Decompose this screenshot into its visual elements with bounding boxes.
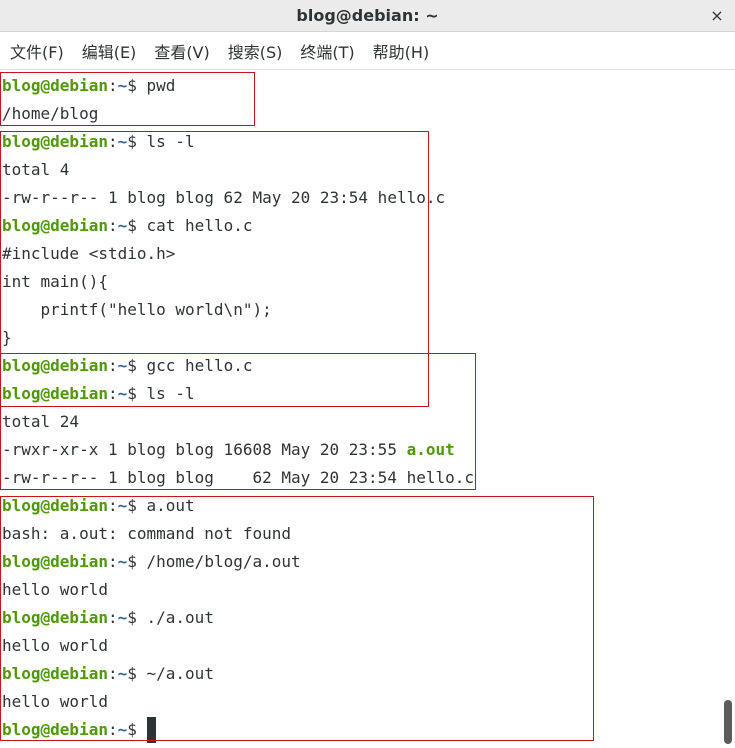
close-icon[interactable]: × <box>705 4 729 28</box>
prompt-symbol: $ <box>127 496 147 515</box>
output-line: /home/blog <box>2 104 99 123</box>
prompt-user: blog@debian <box>2 356 108 375</box>
menu-view[interactable]: 查看(V) <box>154 39 209 63</box>
output-line: -rw-r--r-- 1 blog blog 62 May 20 23:54 h… <box>2 188 446 207</box>
menu-file[interactable]: 文件(F) <box>10 39 64 63</box>
title-bar: blog@debian: ~ × <box>0 0 735 32</box>
prompt-symbol: $ <box>127 384 147 403</box>
output-line: bash: a.out: command not found <box>2 524 291 543</box>
menu-terminal[interactable]: 终端(T) <box>300 39 354 63</box>
prompt-path: ~ <box>117 356 128 375</box>
prompt-colon: : <box>107 132 118 151</box>
prompt-symbol: $ <box>127 76 147 95</box>
prompt-colon: : <box>107 356 118 375</box>
prompt-symbol: $ <box>127 608 147 627</box>
prompt-path: ~ <box>117 664 128 683</box>
output-line: hello world <box>2 692 108 711</box>
prompt-path: ~ <box>117 608 128 627</box>
output-line: total 4 <box>2 160 70 179</box>
prompt-colon: : <box>107 664 118 683</box>
prompt-symbol: $ <box>127 132 147 151</box>
prompt-user: blog@debian <box>2 552 108 571</box>
file-listing: -rwxr-xr-x 1 blog blog 16608 May 20 23:5… <box>2 440 407 459</box>
prompt-user: blog@debian <box>2 496 108 515</box>
prompt-colon: : <box>107 496 118 515</box>
prompt-path: ~ <box>117 552 128 571</box>
command-text: /home/blog/a.out <box>146 552 301 571</box>
prompt-user: blog@debian <box>2 384 108 403</box>
prompt-symbol: $ <box>127 720 147 739</box>
prompt-user: blog@debian <box>2 664 108 683</box>
prompt-user: blog@debian <box>2 132 108 151</box>
prompt-user: blog@debian <box>2 720 108 739</box>
prompt-line: blog@debian:~$ <box>2 716 156 744</box>
prompt-symbol: $ <box>127 216 147 235</box>
text-cursor <box>146 716 156 743</box>
command-text: ./a.out <box>146 608 214 627</box>
prompt-line: blog@debian:~$ pwd <box>2 72 175 100</box>
prompt-line: blog@debian:~$ ~/a.out <box>2 660 214 688</box>
command-text: pwd <box>146 76 176 95</box>
menu-edit[interactable]: 编辑(E) <box>82 39 137 63</box>
output-line: total 24 <box>2 412 80 431</box>
scrollbar[interactable] <box>721 72 735 748</box>
command-text: ls -l <box>146 132 195 151</box>
command-text: gcc hello.c <box>146 356 253 375</box>
prompt-colon: : <box>107 216 118 235</box>
command-text: cat hello.c <box>146 216 253 235</box>
output-line: int main(){ <box>2 272 108 291</box>
prompt-line: blog@debian:~$ /home/blog/a.out <box>2 548 301 576</box>
prompt-user: blog@debian <box>2 76 108 95</box>
prompt-line: blog@debian:~$ ls -l <box>2 128 195 156</box>
prompt-colon: : <box>107 552 118 571</box>
menu-help[interactable]: 帮助(H) <box>373 39 430 63</box>
output-line: hello world <box>2 636 108 655</box>
prompt-path: ~ <box>117 496 128 515</box>
output-line: printf("hello world\n"); <box>2 300 272 319</box>
prompt-line: blog@debian:~$ ls -l <box>2 380 195 408</box>
executable-filename: a.out <box>406 440 455 459</box>
menu-bar: 文件(F) 编辑(E) 查看(V) 搜索(S) 终端(T) 帮助(H) <box>0 32 735 70</box>
prompt-colon: : <box>107 608 118 627</box>
prompt-symbol: $ <box>127 664 147 683</box>
output-line: hello world <box>2 580 108 599</box>
prompt-user: blog@debian <box>2 608 108 627</box>
output-line: } <box>2 328 12 347</box>
prompt-symbol: $ <box>127 552 147 571</box>
prompt-line: blog@debian:~$ gcc hello.c <box>2 352 252 380</box>
output-line: -rwxr-xr-x 1 blog blog 16608 May 20 23:5… <box>2 436 455 464</box>
scrollbar-thumb[interactable] <box>724 700 732 744</box>
prompt-path: ~ <box>117 132 128 151</box>
output-line: -rw-r--r-- 1 blog blog 62 May 20 23:54 h… <box>2 468 475 487</box>
command-text: ~/a.out <box>146 664 214 683</box>
prompt-path: ~ <box>117 720 128 739</box>
terminal-output[interactable]: blog@debian:~$ pwd /home/blog blog@debia… <box>0 72 721 748</box>
prompt-colon: : <box>107 384 118 403</box>
prompt-path: ~ <box>117 384 128 403</box>
command-text: ls -l <box>146 384 195 403</box>
prompt-line: blog@debian:~$ cat hello.c <box>2 212 252 240</box>
prompt-symbol: $ <box>127 356 147 375</box>
command-text: a.out <box>146 496 195 515</box>
output-line: #include <stdio.h> <box>2 244 176 263</box>
menu-search[interactable]: 搜索(S) <box>228 39 283 63</box>
prompt-path: ~ <box>117 216 128 235</box>
window-title: blog@debian: ~ <box>296 6 439 25</box>
prompt-line: blog@debian:~$ ./a.out <box>2 604 214 632</box>
prompt-colon: : <box>107 720 118 739</box>
prompt-user: blog@debian <box>2 216 108 235</box>
prompt-colon: : <box>107 76 118 95</box>
prompt-line: blog@debian:~$ a.out <box>2 492 195 520</box>
prompt-path: ~ <box>117 76 128 95</box>
